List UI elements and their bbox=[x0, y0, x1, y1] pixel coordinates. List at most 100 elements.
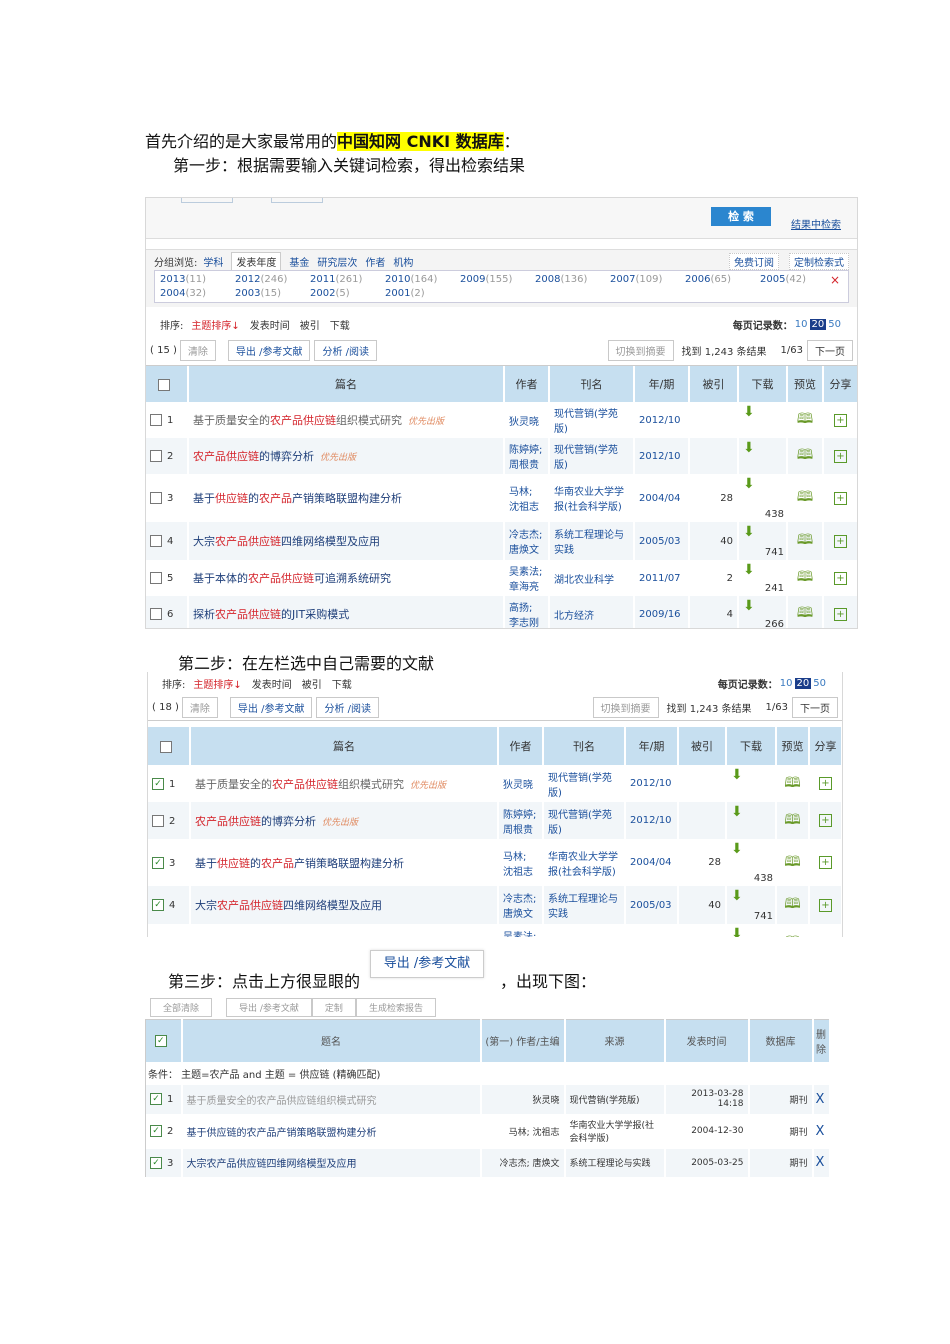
book-preview-icon[interactable]: 🕮 bbox=[784, 896, 801, 912]
sort-option[interactable]: 主题排序↓ bbox=[193, 676, 241, 691]
title-text[interactable]: 的 bbox=[250, 857, 261, 870]
title-cell[interactable]: 农产品供应链的博弈分析 优先出版 bbox=[188, 438, 505, 474]
download-cell[interactable]: ⬇ 741 bbox=[738, 522, 788, 560]
row-select[interactable]: ✓ 4 bbox=[148, 886, 191, 924]
row-checkbox[interactable]: ✓ bbox=[150, 1125, 162, 1137]
download-icon[interactable]: ⬇ bbox=[743, 524, 755, 540]
checkbox[interactable] bbox=[158, 378, 170, 391]
row-select[interactable]: 5 bbox=[148, 924, 191, 937]
row-checkbox[interactable]: ✓ bbox=[152, 899, 164, 911]
row-select[interactable]: 5 bbox=[146, 560, 189, 596]
title-text[interactable]: 探析 bbox=[193, 608, 215, 621]
title-cell[interactable]: 基于供应链的农产品产销策略联盟构建分析 bbox=[190, 839, 499, 886]
row-checkbox[interactable] bbox=[150, 414, 162, 426]
row-checkbox[interactable] bbox=[150, 535, 162, 547]
checkbox[interactable] bbox=[160, 740, 172, 753]
journal-cell[interactable]: 系统工程理论与实践 bbox=[549, 522, 635, 560]
download-cell[interactable]: ⬇ 266 bbox=[738, 596, 788, 628]
title-text[interactable]: 四维网络模型及应用 bbox=[281, 535, 380, 548]
row-select[interactable]: 4 bbox=[146, 522, 189, 560]
header-select-all[interactable]: ✓ bbox=[145, 1019, 183, 1062]
row-checkbox[interactable] bbox=[150, 492, 162, 504]
share-plus-icon[interactable]: + bbox=[834, 571, 847, 585]
row-select[interactable]: 2 bbox=[148, 802, 191, 839]
next-page-button[interactable]: 下一页 bbox=[792, 696, 838, 718]
year[interactable]: 2005 bbox=[760, 274, 785, 285]
year[interactable]: 2008 bbox=[535, 274, 560, 285]
year-filter[interactable]: 2008(136) bbox=[535, 274, 610, 285]
sort-option[interactable]: 发表时间 bbox=[252, 676, 292, 691]
row-checkbox[interactable] bbox=[150, 608, 162, 620]
author-cell[interactable]: 高扬; 李志刚 bbox=[504, 596, 550, 628]
row-select[interactable]: 2 bbox=[146, 438, 189, 474]
book-preview-icon[interactable]: 🕮 bbox=[797, 447, 814, 463]
year-filter[interactable]: 2003(15) bbox=[235, 288, 310, 299]
row-checkbox[interactable] bbox=[152, 814, 164, 827]
share-cell[interactable]: + bbox=[809, 886, 842, 924]
title-text[interactable]: 基于质量安全的 bbox=[195, 778, 272, 791]
year[interactable]: 2001 bbox=[385, 288, 410, 299]
share-plus-icon[interactable]: + bbox=[834, 607, 847, 621]
year[interactable]: 2011 bbox=[310, 274, 335, 285]
year-filter[interactable]: 2001(2) bbox=[385, 288, 460, 299]
preview-cell[interactable]: 🕮 bbox=[776, 886, 810, 924]
row-select[interactable]: ✓ 3 bbox=[148, 839, 191, 886]
search-button[interactable]: 检 索 bbox=[711, 207, 771, 226]
book-preview-icon[interactable]: 🕮 bbox=[797, 569, 814, 585]
title-text[interactable]: 基于 bbox=[195, 857, 217, 870]
download-icon[interactable]: ⬇ bbox=[731, 767, 743, 783]
book-preview-icon[interactable]: 🕮 bbox=[784, 934, 801, 937]
title-text[interactable]: 产销策略联盟构建分析 bbox=[292, 492, 402, 505]
book-preview-icon[interactable]: 🕮 bbox=[784, 812, 801, 828]
title-cell[interactable]: 农产品供应链的博弈分析 优先出版 bbox=[190, 802, 499, 839]
keyword-highlight[interactable]: 农产品供应链 bbox=[248, 572, 314, 585]
preview-cell[interactable]: 🕮 bbox=[787, 474, 824, 522]
delete-button[interactable]: X bbox=[812, 1084, 829, 1114]
journal-cell[interactable]: 现代营销(学苑版) bbox=[549, 438, 635, 474]
share-plus-icon[interactable]: + bbox=[819, 898, 832, 912]
download-cell[interactable]: ⬇ 438 bbox=[726, 839, 777, 886]
group-tab[interactable]: 基金 bbox=[289, 254, 309, 269]
download-icon[interactable]: ⬇ bbox=[743, 440, 755, 456]
analyze-button[interactable]: 分析 /阅读 bbox=[314, 339, 378, 361]
year-filter[interactable]: 2004(32) bbox=[160, 288, 235, 299]
preview-cell[interactable]: 🕮 bbox=[776, 802, 810, 839]
export-action-button[interactable]: 全部清除 bbox=[150, 997, 213, 1017]
download-icon[interactable]: ⬇ bbox=[731, 841, 743, 857]
year[interactable]: 2012 bbox=[235, 274, 260, 285]
share-cell[interactable]: + bbox=[823, 522, 857, 560]
keyword-highlight[interactable]: 供应链 bbox=[217, 857, 250, 870]
group-tab[interactable]: 研究层次 bbox=[317, 254, 357, 269]
journal-cell[interactable]: 湖北农业科学 bbox=[543, 924, 626, 937]
title-cell[interactable]: 大宗农产品供应链四维网络模型及应用 bbox=[190, 886, 499, 924]
share-plus-icon[interactable]: + bbox=[834, 491, 847, 505]
download-icon[interactable]: ⬇ bbox=[743, 476, 755, 492]
sort-option[interactable]: 被引 bbox=[300, 317, 320, 332]
title-text[interactable]: 基于质量安全的 bbox=[193, 414, 270, 427]
year[interactable]: 2003 bbox=[235, 288, 260, 299]
group-tab[interactable]: 学科 bbox=[203, 254, 223, 269]
delete-button[interactable]: X bbox=[812, 1148, 829, 1177]
author-cell[interactable]: 陈婷婷; 周根贵 bbox=[504, 438, 550, 474]
title-text[interactable]: 产销策略联盟构建分析 bbox=[294, 857, 404, 870]
row-checkbox[interactable] bbox=[150, 450, 162, 462]
author-cell[interactable]: 陈婷婷; 周根贵 bbox=[498, 802, 544, 839]
author-cell[interactable]: 狄灵晓 bbox=[498, 765, 544, 802]
download-cell[interactable]: ⬇ 741 bbox=[726, 886, 777, 924]
sort-option[interactable]: 主题排序↓ bbox=[191, 317, 239, 332]
journal-cell[interactable]: 湖北农业科学 bbox=[549, 560, 635, 596]
download-icon[interactable]: ⬇ bbox=[731, 926, 743, 937]
book-preview-icon[interactable]: 🕮 bbox=[797, 411, 814, 427]
preview-cell[interactable]: 🕮 bbox=[787, 522, 824, 560]
header-select-all[interactable] bbox=[146, 366, 189, 402]
share-cell[interactable]: + bbox=[823, 596, 857, 628]
export-title[interactable]: 基于供应链的农产品产销策略联盟构建分析 bbox=[181, 1113, 482, 1149]
switch-abstract-button[interactable]: 切换到摘要 bbox=[607, 339, 674, 361]
journal-cell[interactable]: 系统工程理论与实践 bbox=[543, 886, 626, 924]
keyword-highlight[interactable]: 农产品供应链 bbox=[217, 899, 283, 912]
title-text[interactable]: 基于 bbox=[193, 492, 215, 505]
share-plus-icon[interactable]: + bbox=[834, 534, 847, 548]
title-text[interactable]: 的 bbox=[248, 492, 259, 505]
title-cell[interactable]: 基于供应链的农产品产销策略联盟构建分析 bbox=[188, 474, 505, 522]
title-cell[interactable]: 大宗农产品供应链四维网络模型及应用 bbox=[188, 522, 505, 560]
